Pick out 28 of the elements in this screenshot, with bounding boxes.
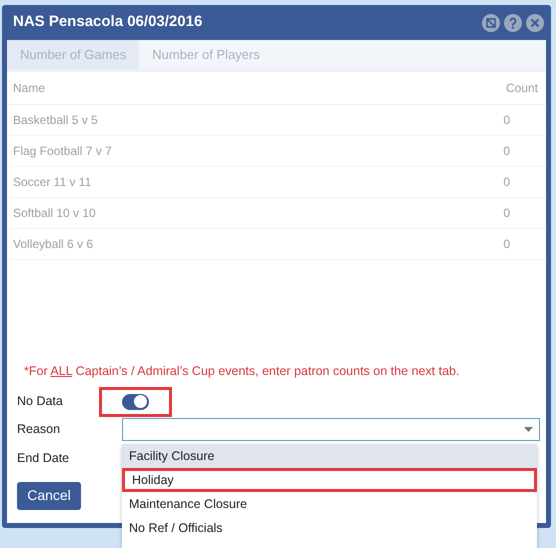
table-cell-text: 0 (503, 205, 511, 222)
cancel-button[interactable]: Cancel (17, 482, 81, 510)
column-header: Count (506, 80, 539, 97)
table-cell-text: 0 (503, 112, 511, 129)
table-cell-text: Softball 10 v 10 (13, 205, 96, 222)
field-label: Reason (17, 421, 62, 438)
table-cell-text: Basketball 5 v 5 (13, 112, 98, 129)
table-cell-text: 0 (503, 143, 511, 160)
dropdown-option[interactable]: Holiday (122, 468, 537, 492)
help-icon[interactable] (504, 14, 522, 32)
dropdown-option[interactable]: Maintenance Closure (122, 492, 537, 516)
window-title: NAS Pensacola 06/03/2016 (13, 12, 202, 32)
table-cell-text: Soccer 11 v 11 (13, 174, 92, 191)
minimize-icon[interactable] (482, 14, 500, 32)
table-cell-text: 0 (503, 236, 511, 253)
dropdown-option[interactable]: No Ref / Officials (122, 516, 537, 540)
table-cell-text: 0 (503, 174, 511, 191)
notice-text: *For ALL Captain’s / Admiral’s Cup events, enter patron counts on the next tab. (23, 363, 460, 380)
toggle-switch[interactable] (122, 394, 149, 410)
dropdown-option[interactable]: Facility Closure (122, 444, 537, 468)
table-cell-text: Volleyball 6 v 6 (13, 236, 94, 253)
close-icon[interactable] (526, 14, 544, 32)
field-label: End Date (17, 450, 70, 468)
column-header: Name (13, 80, 46, 97)
caret-icon (524, 427, 533, 432)
reason-dropdown[interactable] (122, 418, 540, 442)
field-label: No Data (17, 393, 64, 410)
table-cell-text: Flag Football 7 v 7 (13, 143, 112, 160)
